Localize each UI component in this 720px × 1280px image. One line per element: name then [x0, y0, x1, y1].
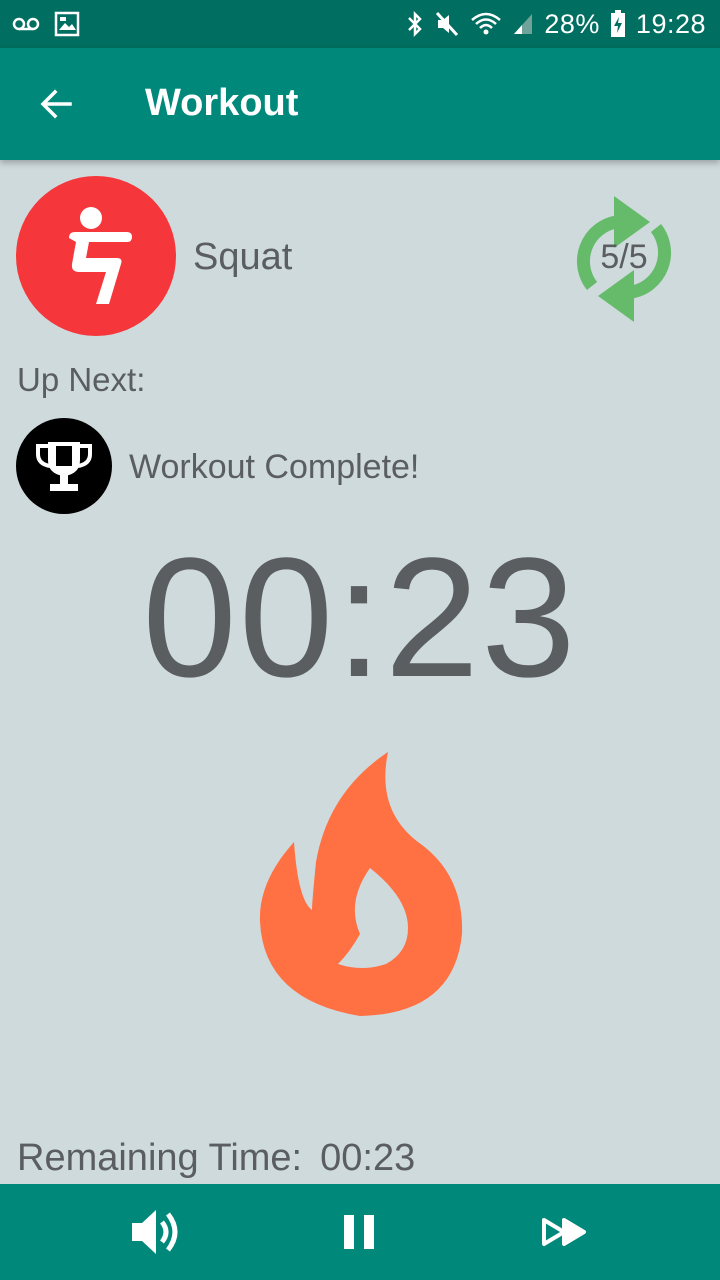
page-title: Workout: [145, 82, 299, 124]
remaining-time-label: Remaining Time:: [17, 1137, 303, 1179]
battery-charging-icon: [610, 10, 625, 37]
squat-icon: [69, 207, 132, 304]
volume-icon: [132, 1210, 178, 1254]
app-bar: Workout: [0, 48, 720, 160]
exercise-avatar: [16, 176, 176, 336]
status-bar: 28% 19:28: [0, 0, 720, 48]
status-right-icons: 28% 19:28: [406, 6, 706, 42]
next-exercise-avatar: [16, 418, 112, 514]
next-exercise-name: Workout Complete!: [129, 448, 420, 486]
back-button[interactable]: [30, 78, 82, 130]
clock: 19:28: [635, 8, 706, 39]
control-bar: [0, 1184, 720, 1280]
fast-forward-icon: [542, 1218, 586, 1246]
rounds-counter: 5/5: [600, 238, 648, 276]
wifi-icon: [471, 12, 502, 35]
exercise-name: Squat: [193, 236, 293, 278]
remaining-time-value: 00:23: [320, 1137, 416, 1179]
flame-icon: [259, 752, 463, 1016]
bluetooth-icon: [408, 10, 423, 38]
sound-button[interactable]: [126, 1202, 186, 1262]
trophy-icon: [36, 442, 92, 491]
skip-button[interactable]: [534, 1202, 594, 1262]
pause-button[interactable]: [330, 1202, 390, 1262]
up-next-label: Up Next:: [17, 361, 146, 398]
gallery-icon: [54, 11, 80, 37]
battery-percent: 28%: [544, 8, 600, 39]
pause-icon: [344, 1215, 374, 1249]
countdown-timer: 00:23: [142, 523, 578, 713]
arrow-left-icon: [40, 89, 72, 119]
mute-icon: [436, 11, 459, 37]
voicemail-icon: [12, 17, 40, 31]
status-left-icons: [12, 10, 80, 38]
remaining-time: Remaining Time: 00:23: [17, 1137, 415, 1180]
signal-icon: [514, 14, 533, 34]
